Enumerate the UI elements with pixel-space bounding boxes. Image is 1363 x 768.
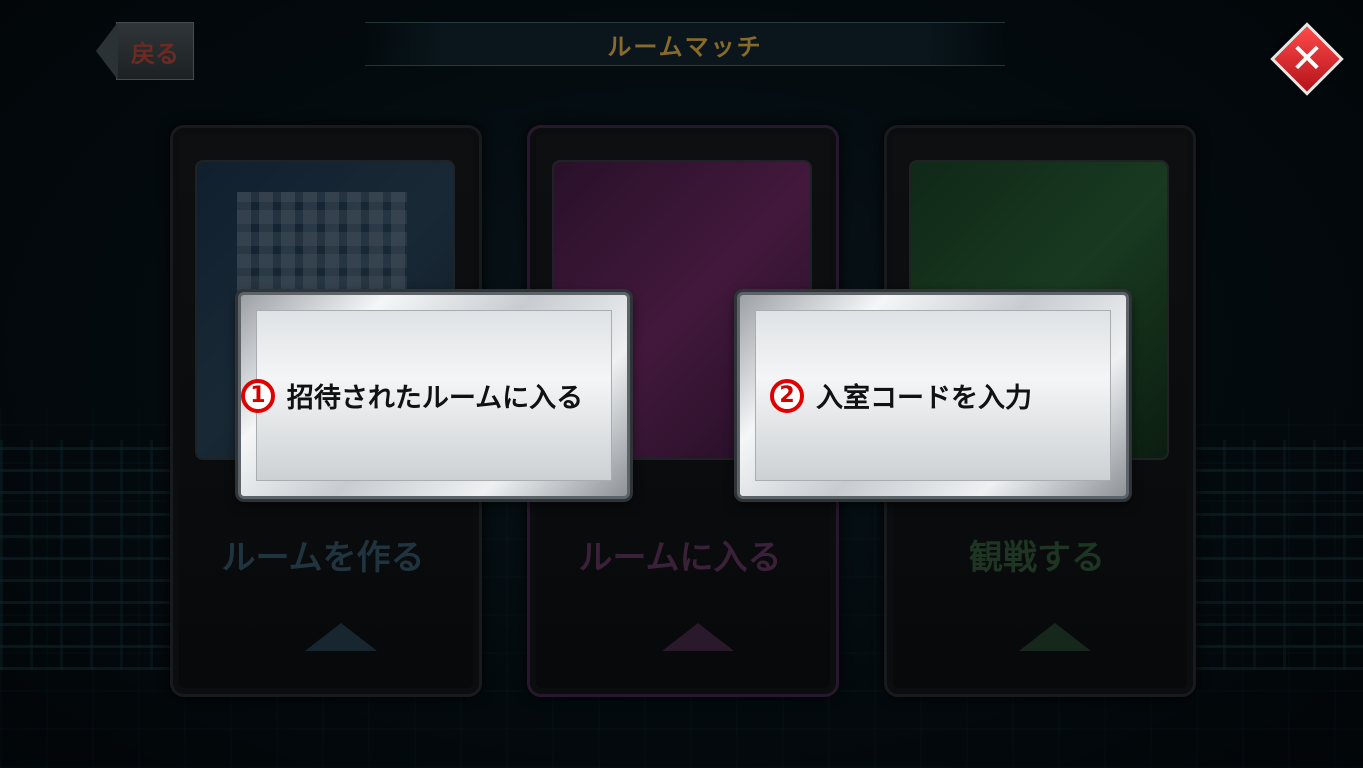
- back-arrow-icon: [96, 22, 118, 80]
- back-button[interactable]: 戻る: [96, 22, 194, 80]
- title-bar: ルームマッチ: [365, 22, 1005, 66]
- modal-dim-overlay: [0, 0, 1363, 768]
- back-label: 戻る: [131, 39, 179, 68]
- button-content: 2 入室コードを入力: [770, 376, 1032, 415]
- back-button-body: 戻る: [116, 22, 194, 80]
- close-button[interactable]: ✕: [1270, 20, 1344, 98]
- enter-invited-room-button[interactable]: 1 招待されたルームに入る: [238, 292, 630, 499]
- number-badge: 2: [770, 378, 804, 413]
- close-icon: ✕: [1290, 36, 1324, 82]
- button-content: 1 招待されたルームに入る: [240, 376, 584, 415]
- enter-invited-room-label: 招待されたルームに入る: [286, 383, 584, 414]
- enter-room-code-button[interactable]: 2 入室コードを入力: [737, 292, 1129, 499]
- page-title: ルームマッチ: [607, 32, 763, 61]
- number-badge: 1: [240, 378, 275, 413]
- enter-room-code-label: 入室コードを入力: [816, 383, 1032, 414]
